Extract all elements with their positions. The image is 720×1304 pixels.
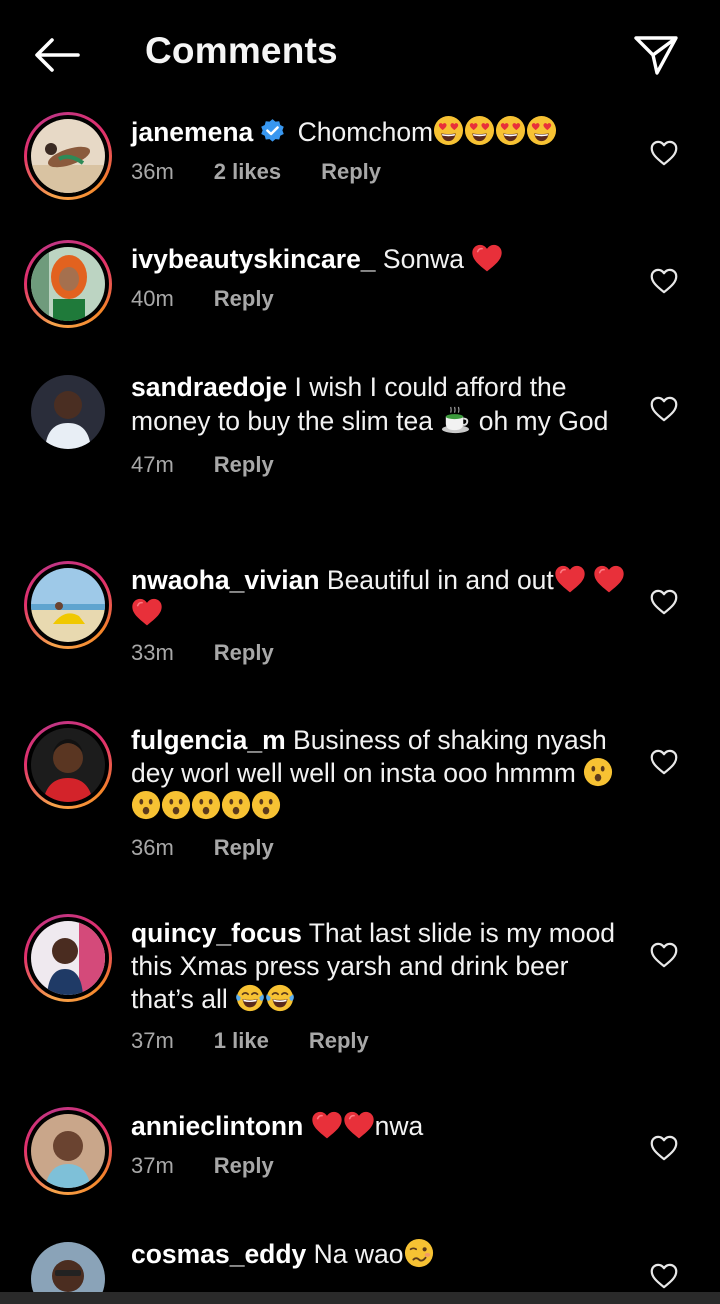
surprised-face-emoji: [191, 790, 221, 820]
arrow-left-icon: [35, 38, 80, 72]
back-button[interactable]: [28, 30, 84, 80]
comment-username[interactable]: quincy_focus: [131, 918, 302, 948]
heart-outline-icon[interactable]: [650, 589, 678, 615]
tea-emoji: [440, 404, 471, 435]
heart-outline-icon[interactable]: [650, 396, 678, 422]
reply-button[interactable]: Reply: [214, 640, 274, 666]
avatar[interactable]: [24, 721, 112, 809]
comment-time: 47m: [131, 452, 174, 477]
comment-text-cont: oh my God: [478, 406, 609, 436]
heart-eyes-emoji: [495, 115, 526, 146]
verified-badge-icon: [259, 118, 286, 145]
comments-screen: Comments janemena Chomchom 36m 2 likes R…: [0, 0, 720, 1304]
paper-plane-icon: [634, 36, 678, 75]
comment-time: 36m: [131, 159, 174, 184]
comment-text: Sonwa: [382, 244, 464, 274]
header: Comments: [0, 0, 720, 108]
avatar[interactable]: [24, 112, 112, 200]
woozy-face-emoji: [404, 1238, 434, 1268]
comment-text: nwa: [374, 1111, 424, 1141]
surprised-face-emoji: [131, 790, 161, 820]
avatar[interactable]: [24, 1107, 112, 1195]
reply-button[interactable]: Reply: [309, 1028, 369, 1054]
surprised-face-emoji: [221, 790, 251, 820]
page-title: Comments: [145, 30, 338, 71]
comment-likes[interactable]: 2 likes: [214, 159, 281, 185]
heart-outline-icon[interactable]: [650, 942, 678, 968]
heart-outline-icon[interactable]: [650, 1135, 678, 1161]
red-heart-emoji: [343, 1110, 375, 1140]
comment-username[interactable]: nwaoha_vivian: [131, 565, 320, 595]
surprised-face-emoji: [251, 790, 281, 820]
red-heart-emoji: [131, 597, 163, 627]
comment-text: Chomchom: [297, 117, 434, 147]
comment-time: 40m: [131, 286, 174, 311]
heart-eyes-emoji: [526, 115, 557, 146]
red-heart-emoji: [554, 564, 586, 594]
reply-button[interactable]: Reply: [214, 452, 274, 478]
comment-username[interactable]: cosmas_eddy: [131, 1239, 306, 1269]
heart-eyes-emoji: [464, 115, 495, 146]
comment-time: 36m: [131, 835, 174, 860]
tears-of-joy-emoji: [265, 983, 295, 1013]
heart-outline-icon[interactable]: [650, 749, 678, 775]
reply-button[interactable]: Reply: [214, 835, 274, 861]
share-button[interactable]: [628, 28, 684, 82]
avatar[interactable]: [24, 368, 112, 456]
red-heart-emoji: [471, 243, 503, 273]
avatar[interactable]: [24, 561, 112, 649]
reply-button[interactable]: Reply: [321, 159, 381, 185]
red-heart-emoji: [311, 1110, 343, 1140]
heart-eyes-emoji: [433, 115, 464, 146]
bottom-divider: [0, 1292, 720, 1304]
reply-button[interactable]: Reply: [214, 286, 274, 312]
heart-eyes-emoji: [433, 117, 557, 147]
avatar[interactable]: [24, 240, 112, 328]
comment-text: Beautiful in and out: [326, 565, 554, 595]
comment-username[interactable]: janemena: [131, 117, 253, 147]
comment-username[interactable]: sandraedoje: [131, 372, 287, 402]
comment-username[interactable]: fulgencia_m: [131, 725, 286, 755]
comment-username[interactable]: ivybeautyskincare_: [131, 244, 376, 274]
avatar[interactable]: [24, 914, 112, 1002]
comment-time: 37m: [131, 1153, 174, 1178]
tears-of-joy-emoji: [235, 983, 265, 1013]
comment-text: Na wao: [313, 1239, 404, 1269]
surprised-face-emoji: [583, 757, 613, 787]
comment-time: 33m: [131, 640, 174, 665]
surprised-face-emoji: [161, 790, 191, 820]
heart-outline-icon[interactable]: [650, 268, 678, 294]
comment-username[interactable]: annieclintonn: [131, 1111, 303, 1141]
comment-likes[interactable]: 1 like: [214, 1028, 269, 1054]
heart-outline-icon[interactable]: [650, 140, 678, 166]
reply-button[interactable]: Reply: [214, 1153, 274, 1179]
comment-time: 37m: [131, 1028, 174, 1053]
red-heart-emoji: [593, 564, 625, 594]
heart-outline-icon[interactable]: [650, 1263, 678, 1289]
